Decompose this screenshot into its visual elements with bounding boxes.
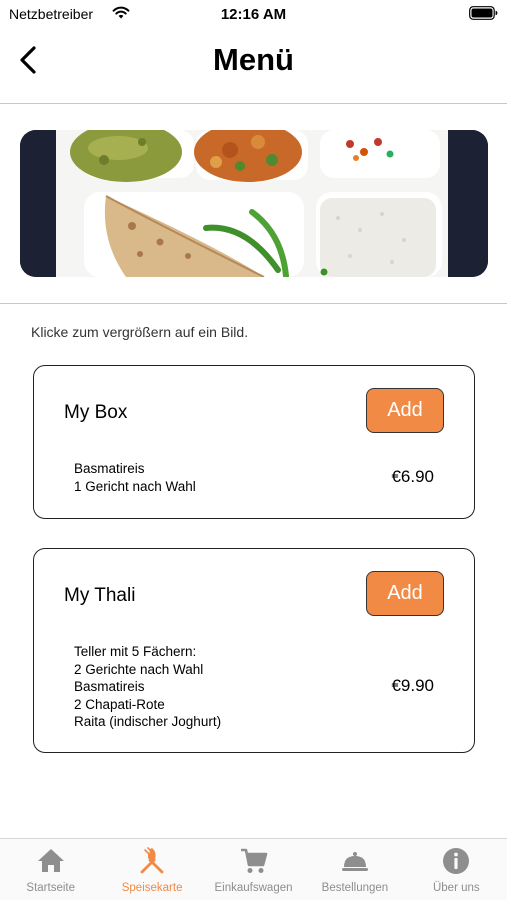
description-line: Basmatireis xyxy=(74,461,145,476)
cloche-icon xyxy=(341,852,368,871)
thali-plate-illustration xyxy=(20,130,488,277)
food-image[interactable] xyxy=(20,130,488,277)
info-icon xyxy=(443,848,470,874)
menu-item-title: My Thali xyxy=(64,585,136,606)
description-line: Raita (indischer Joghurt) xyxy=(74,714,222,729)
description-line: 2 Chapati-Rote xyxy=(74,696,165,712)
description-line: Teller mit 5 Fächern: xyxy=(74,644,197,659)
image-hint-text: Klicke zum vergrößern auf ein Bild. xyxy=(31,324,249,340)
description-line: 1 Gericht nach Wahl xyxy=(74,478,196,494)
page-title: Menü xyxy=(213,42,294,77)
navigation-bar: Menü xyxy=(0,28,507,103)
description-line: 2 Gerichte nach Wahl xyxy=(74,661,204,677)
tab-einkaufswagen[interactable]: Einkaufswagen xyxy=(203,839,304,900)
tab-label: Startseite xyxy=(26,882,75,894)
divider xyxy=(0,103,507,104)
tab-ueber-uns[interactable]: Über uns xyxy=(406,839,507,900)
menu-item-price: €9.90 xyxy=(391,676,434,695)
menu-item-price: €6.90 xyxy=(391,467,434,486)
add-button[interactable]: Add xyxy=(366,571,444,616)
clock: 12:16 AM xyxy=(220,6,287,23)
menu-item-card: My Box Add Basmatireis 1 Gericht nach Wah… xyxy=(33,365,475,519)
fork-knife-icon xyxy=(140,847,164,874)
tab-startseite[interactable]: Startseite xyxy=(0,839,101,900)
tab-label: Über uns xyxy=(432,882,480,894)
tab-label: Bestellungen xyxy=(321,882,389,894)
status-bar: Netzbetreiber 12:16 AM xyxy=(0,0,507,28)
battery-icon xyxy=(469,6,498,20)
divider xyxy=(0,303,507,304)
menu-item-description: Basmatireis 1 Gericht nach Wahl xyxy=(74,460,196,495)
menu-item-description: Teller mit 5 Fächern: 2 Gerichte nach Wah… xyxy=(74,643,221,731)
add-button[interactable]: Add xyxy=(366,388,444,433)
tab-bestellungen[interactable]: Bestellungen xyxy=(304,839,405,900)
tab-bar: Startseite Speisekarte Einkaufswagen Bes… xyxy=(0,838,507,900)
home-icon xyxy=(37,849,64,872)
description-line: Basmatireis xyxy=(74,679,145,694)
menu-item-title: My Box xyxy=(64,402,128,423)
cart-icon xyxy=(240,848,267,873)
tab-speisekarte[interactable]: Speisekarte xyxy=(101,839,202,900)
tab-label: Einkaufswagen xyxy=(214,882,293,894)
menu-item-card: My Thali Add Teller mit 5 Fächern: 2 Geri… xyxy=(33,548,475,753)
tab-label: Speisekarte xyxy=(121,882,183,894)
